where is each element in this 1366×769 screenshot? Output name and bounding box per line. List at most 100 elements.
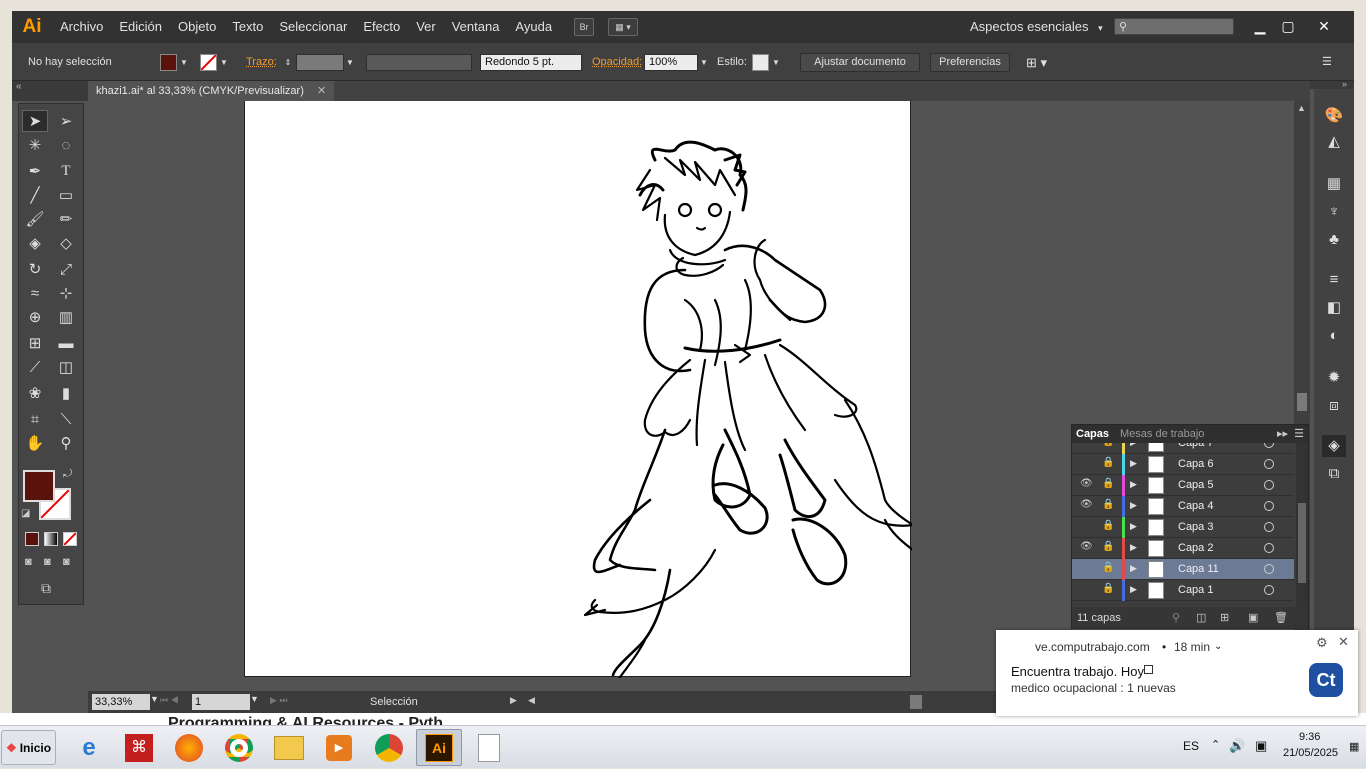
swatches-panel-icon[interactable]: ▦ [1322,173,1346,195]
layer-name[interactable]: Capa 2 [1178,538,1213,559]
blend-tool-icon[interactable]: ◫ [53,356,79,378]
artboard-number-input[interactable]: 1 [192,694,250,710]
lock-icon[interactable]: 🔒 [1102,583,1114,594]
layer-row[interactable]: 👁 🔒 ▶ Capa 5 [1072,475,1294,496]
menu-ver[interactable]: Ver [408,11,444,43]
layer-row[interactable]: 🔒 ▶ Capa 3 [1072,517,1294,538]
close-icon[interactable]: ✕ [317,85,326,97]
appearance-panel-icon[interactable]: ✹ [1322,367,1346,389]
line-tool-icon[interactable]: ╱ [22,184,48,206]
menu-archivo[interactable]: Archivo [52,11,111,43]
draw-normal-icon[interactable]: ◙ [25,556,32,568]
none-mode-button[interactable] [63,532,77,546]
layer-name[interactable]: Capa 5 [1178,475,1213,496]
lock-icon[interactable]: 🔒 [1102,562,1114,573]
default-colors-icon[interactable]: ◪ [21,508,30,519]
menu-efecto[interactable]: Efecto [355,11,408,43]
menu-edicion[interactable]: Edición [111,11,170,43]
close-icon[interactable]: ✕ [1338,634,1349,650]
type-tool-icon[interactable]: T [53,160,79,182]
layer-row[interactable]: 👁 🔒 ▶ Capa 4 [1072,496,1294,517]
artboard[interactable] [244,101,927,687]
expand-triangle-icon[interactable]: ▶ [1130,542,1137,553]
chevron-down-icon[interactable]: ▼ [698,54,710,71]
rotate-tool-icon[interactable]: ↻ [22,258,48,280]
help-search-input[interactable]: ⚲ [1114,18,1234,35]
brush-definition[interactable]: Redondo 5 pt. [480,54,582,71]
color-mode-button[interactable] [25,532,39,546]
volume-icon[interactable]: 🔊 [1229,738,1245,754]
chevron-down-icon[interactable]: ▼ [178,54,190,71]
file-explorer-icon[interactable] [266,729,312,766]
lock-icon[interactable]: 🔒 [1102,478,1114,489]
tab-artboards[interactable]: Mesas de trabajo [1120,425,1204,443]
chevron-down-icon[interactable]: ▼ [150,694,159,704]
layer-name[interactable]: Capa 11 [1178,559,1219,580]
delete-layer-icon[interactable]: 🗑 [1274,611,1288,624]
selection-tool-icon[interactable]: ➤ [22,110,48,132]
artboards-panel-icon[interactable]: ⧉ [1322,463,1346,485]
stroke-label[interactable]: Trazo: [246,54,277,71]
new-layer-icon[interactable]: ▣ [1248,611,1258,624]
perspective-grid-tool-icon[interactable]: ▥ [53,306,79,328]
draw-behind-icon[interactable]: ◙ [44,556,51,568]
gradient-mode-button[interactable] [44,532,58,546]
tools-grip[interactable]: « [12,81,88,101]
arrange-documents-button[interactable]: ▦ ▾ [608,18,639,36]
lock-icon[interactable]: 🔒 [1102,541,1114,552]
lock-icon[interactable]: 🔒 [1102,443,1114,447]
show-desktop-button[interactable]: ▦ [1349,740,1359,753]
internet-explorer-icon[interactable]: e [66,729,112,766]
stroke-panel-icon[interactable]: ≡ [1322,269,1346,291]
mesh-tool-icon[interactable]: ⊞ [22,332,48,354]
collapse-left-icon[interactable]: « [16,81,22,92]
eraser-tool-icon[interactable]: ◇ [53,232,79,254]
document-tab[interactable]: khazi1.ai* al 33,33% (CMYK/Previsualizar… [88,81,335,101]
locate-object-icon[interactable]: ⚲ [1172,611,1180,624]
stroke-swatch[interactable] [200,54,217,71]
arrange-icon[interactable]: ⊞ ▾ [1026,54,1047,71]
layer-name[interactable]: Capa 7 [1178,443,1213,454]
chevron-down-icon[interactable]: ▼ [218,54,230,71]
artboard-tool-icon[interactable]: ⌗ [22,408,48,430]
scale-tool-icon[interactable]: ⤢ [53,258,79,280]
document-icon[interactable] [466,729,512,766]
layer-row[interactable]: 🔒 ▶ Capa 11 [1072,559,1294,580]
stroke-weight-field[interactable] [296,54,344,71]
next-artboard-icon[interactable]: ▶ ⏭ [270,695,288,706]
opacity-input[interactable]: 100% [644,54,698,71]
fit-document-button[interactable]: Ajustar documento [800,53,920,72]
preferences-button[interactable]: Preferencias [930,53,1010,72]
panel-menu-icon[interactable]: ▸▸ ☰ [1277,425,1304,443]
fill-color-box[interactable] [23,470,55,502]
expand-triangle-icon[interactable]: ▶ [1130,584,1137,595]
free-transform-tool-icon[interactable]: ⊹ [53,282,79,304]
layer-row[interactable]: 🔒 ▶ Capa 7 [1072,443,1294,454]
target-circle-icon[interactable] [1264,443,1274,448]
maximize-button[interactable]: ▢ [1276,15,1300,37]
target-circle-icon[interactable] [1264,564,1274,574]
firefox-icon[interactable] [166,729,212,766]
layer-name[interactable]: Capa 6 [1178,454,1213,475]
target-circle-icon[interactable] [1264,585,1274,595]
symbol-sprayer-tool-icon[interactable]: ❀ [22,382,48,404]
layers-scroll-thumb[interactable] [1298,503,1306,583]
pen-tool-icon[interactable]: ✒ [22,160,48,182]
close-button[interactable]: ✕ [1312,15,1336,37]
menu-texto[interactable]: Texto [224,11,271,43]
swap-icon[interactable]: ⤾ [63,468,72,481]
layer-row[interactable]: 🔒 ▶ Capa 6 [1072,454,1294,475]
eye-icon[interactable]: 👁 [1080,478,1094,489]
shape-builder-tool-icon[interactable]: ⊕ [22,306,48,328]
target-circle-icon[interactable] [1264,543,1274,553]
expand-triangle-icon[interactable]: ▶ [1130,500,1137,511]
slice-tool-icon[interactable]: ⟍ [53,408,79,430]
acrobat-icon[interactable]: ⌘ [116,729,162,766]
screen-mode-icon[interactable]: ⧉ [41,580,51,597]
chevron-down-icon[interactable]: ⌄ [1214,641,1222,652]
menu-seleccionar[interactable]: Seleccionar [271,11,355,43]
color-panel-icon[interactable]: 🎨 [1322,105,1346,127]
scroll-up-icon[interactable]: ▲ [1297,103,1306,113]
brushes-panel-icon[interactable]: ♆ [1322,201,1346,223]
hand-tool-icon[interactable]: ✋ [22,432,48,454]
